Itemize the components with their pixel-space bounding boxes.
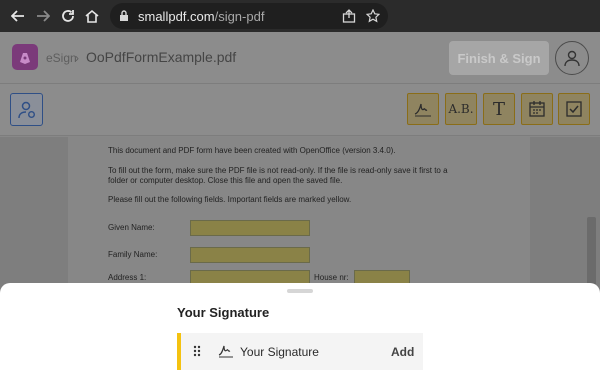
calendar-icon	[529, 101, 545, 117]
doc-text-line: This document and PDF form have been cre…	[108, 146, 396, 155]
pen-logo-icon	[20, 53, 30, 64]
app-name[interactable]: eSign	[46, 51, 77, 65]
breadcrumb-separator: ›	[75, 51, 79, 65]
user-avatar[interactable]	[555, 41, 589, 75]
home-icon	[85, 9, 99, 23]
sheet-drag-handle[interactable]	[287, 289, 313, 293]
home-button[interactable]	[82, 6, 102, 26]
checkbox-tool[interactable]	[558, 93, 590, 125]
reload-button[interactable]	[58, 6, 78, 26]
signature-icon	[414, 103, 431, 117]
doc-text-line: folder or computer desktop. Close this f…	[108, 176, 343, 185]
family-name-field[interactable]	[190, 247, 310, 263]
text-tool[interactable]: T	[483, 93, 515, 125]
app-header: eSign › OoPdfFormExample.pdf Finish & Si…	[0, 32, 600, 84]
url-text: smallpdf.com/sign-pdf	[138, 9, 264, 24]
document-title[interactable]: OoPdfFormExample.pdf	[86, 49, 236, 65]
initials-icon: A.B.	[448, 102, 474, 116]
text-icon: T	[492, 98, 505, 120]
lock-icon	[120, 10, 128, 21]
user-icon	[564, 50, 580, 67]
add-signature-button[interactable]: Add	[391, 345, 414, 359]
drag-grip-icon[interactable]	[193, 345, 201, 357]
bookmark-star-icon[interactable]	[366, 9, 380, 23]
signature-icon	[218, 345, 233, 358]
sign-toolbar: A.B. T	[0, 84, 600, 136]
signature-sheet: Your Signature Your Signature Add	[0, 283, 600, 392]
browser-toolbar: smallpdf.com/sign-pdf	[0, 0, 600, 32]
given-name-label: Given Name:	[108, 223, 155, 232]
given-name-field[interactable]	[190, 220, 310, 236]
address-bar[interactable]: smallpdf.com/sign-pdf	[110, 3, 388, 29]
back-button[interactable]	[8, 6, 28, 26]
forward-button[interactable]	[33, 6, 53, 26]
signature-item-label: Your Signature	[240, 345, 319, 359]
back-arrow-icon	[11, 10, 24, 22]
address-label: Address 1:	[108, 273, 147, 282]
url-domain: smallpdf.com	[138, 9, 215, 24]
signature-list-item[interactable]: Your Signature Add	[177, 333, 423, 370]
url-path: /sign-pdf	[214, 9, 265, 24]
doc-text-line: Please fill out the following fields. Im…	[108, 195, 352, 204]
checkbox-icon	[566, 101, 582, 117]
house-nr-label: House nr:	[314, 273, 349, 282]
forward-arrow-icon	[37, 10, 50, 22]
reload-icon	[62, 10, 74, 22]
esign-logo[interactable]	[12, 44, 38, 70]
family-name-label: Family Name:	[108, 250, 158, 259]
finish-and-sign-button[interactable]: Finish & Sign	[449, 41, 549, 75]
user-settings-icon	[17, 101, 35, 118]
initials-tool[interactable]: A.B.	[445, 93, 477, 125]
share-icon[interactable]	[342, 9, 356, 23]
signer-button[interactable]	[10, 93, 43, 126]
date-tool[interactable]	[521, 93, 553, 125]
signature-tool[interactable]	[407, 93, 439, 125]
sheet-title: Your Signature	[177, 305, 270, 320]
